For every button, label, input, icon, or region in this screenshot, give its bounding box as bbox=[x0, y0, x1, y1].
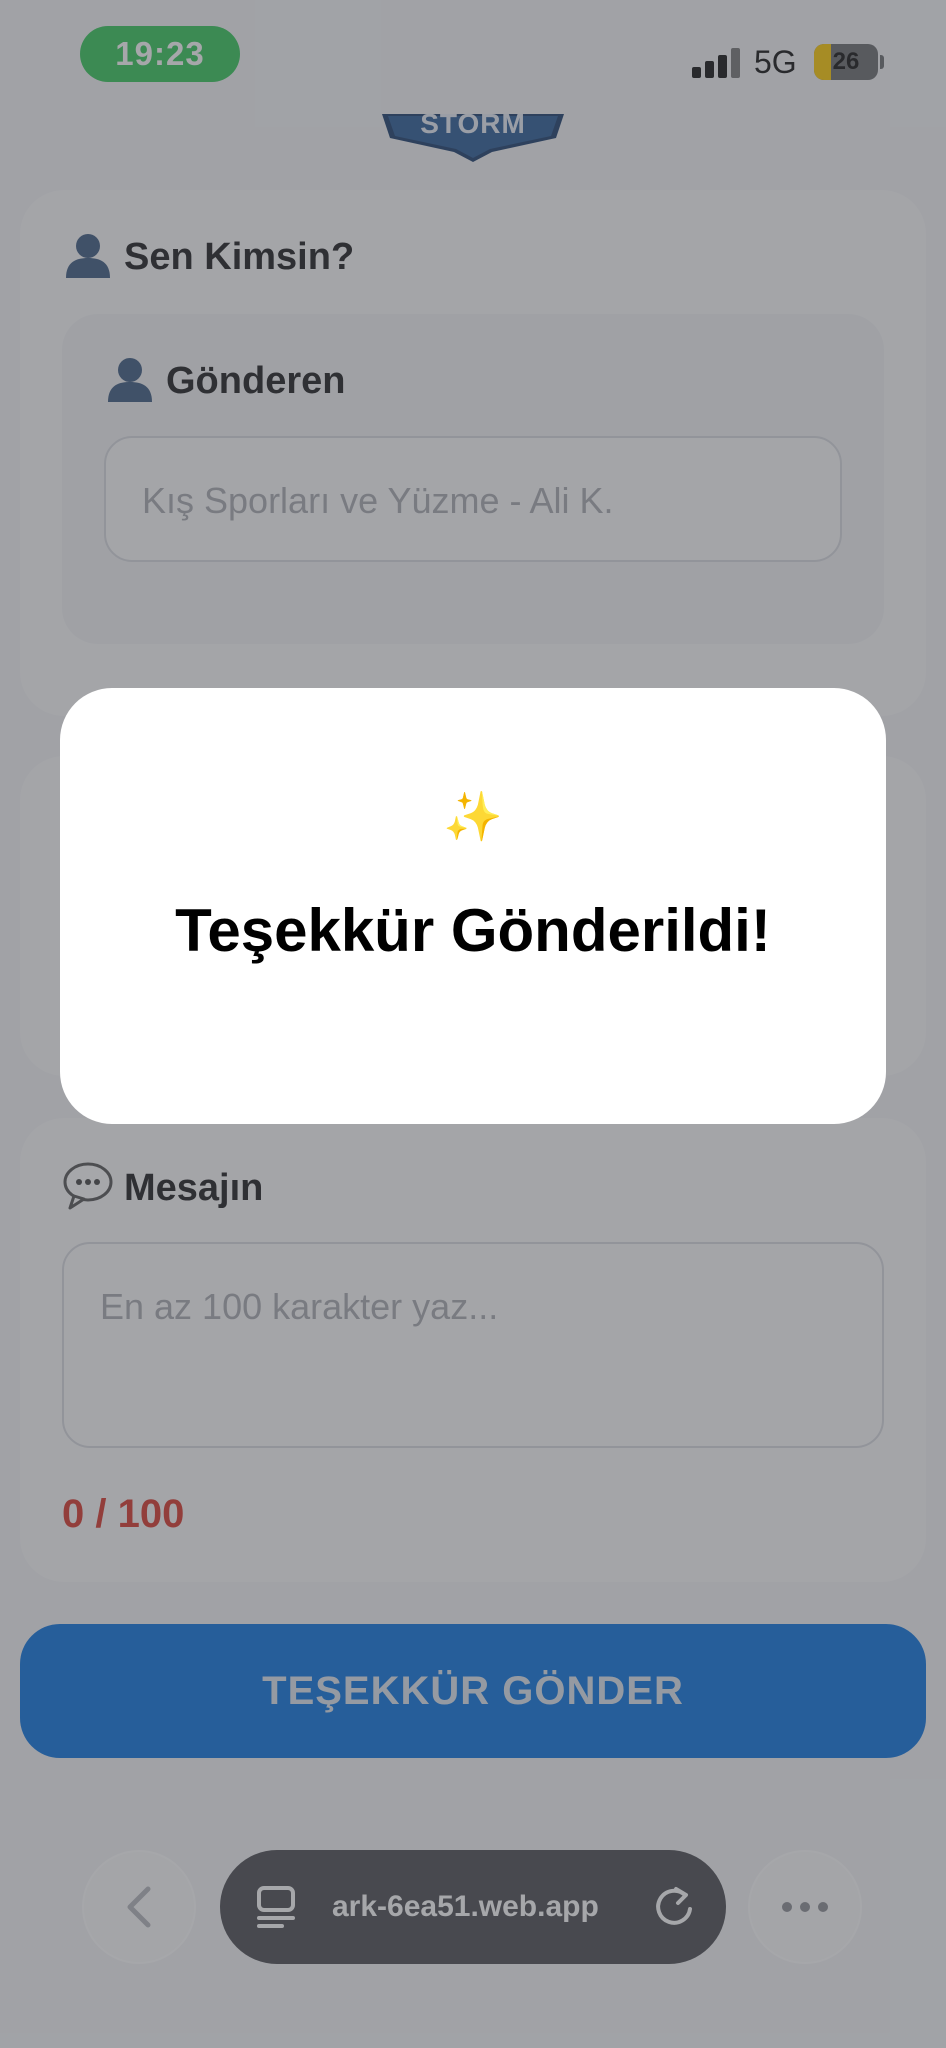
modal-title: Teşekkür Gönderildi! bbox=[175, 897, 771, 964]
success-modal: ✨ Teşekkür Gönderildi! bbox=[60, 688, 886, 1124]
sparkles-icon: ✨ bbox=[443, 791, 503, 844]
